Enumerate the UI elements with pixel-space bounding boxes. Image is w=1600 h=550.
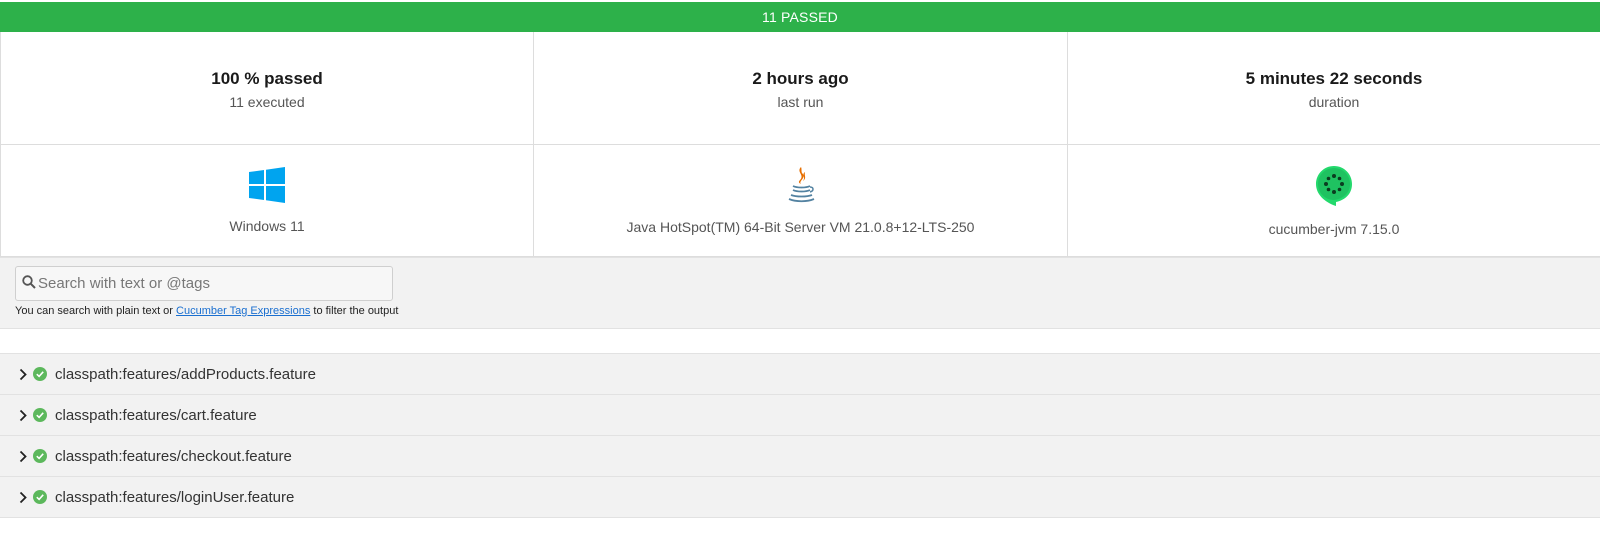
passed-banner: 11 PASSED bbox=[0, 2, 1600, 32]
chevron-right-icon[interactable] bbox=[17, 490, 29, 504]
feature-row[interactable]: classpath:features/addProducts.feature bbox=[0, 353, 1600, 394]
stat-passed: 100 % passed 11 executed bbox=[0, 32, 533, 144]
env-runtime-label: Java HotSpot(TM) 64-Bit Server VM 21.0.8… bbox=[626, 219, 975, 235]
env-runtime: Java HotSpot(TM) 64-Bit Server VM 21.0.8… bbox=[533, 145, 1067, 256]
env-os-label: Windows 11 bbox=[229, 218, 305, 234]
env-framework: cucumber-jvm 7.15.0 bbox=[1067, 145, 1600, 256]
search-icon bbox=[22, 275, 36, 294]
feature-row[interactable]: classpath:features/cart.feature bbox=[0, 394, 1600, 435]
feature-name: classpath:features/cart.feature bbox=[55, 406, 257, 424]
passed-status-icon bbox=[33, 490, 47, 504]
stats-row: 100 % passed 11 executed 2 hours ago las… bbox=[0, 32, 1600, 145]
env-os: Windows 11 bbox=[0, 145, 533, 256]
stat-passed-label: 11 executed bbox=[229, 93, 305, 110]
search-box[interactable] bbox=[15, 266, 393, 301]
env-framework-label: cucumber-jvm 7.15.0 bbox=[1268, 221, 1400, 237]
stat-last-run-value: 2 hours ago bbox=[752, 68, 849, 88]
passed-status-icon bbox=[33, 449, 47, 463]
stat-last-run-label: last run bbox=[777, 93, 824, 110]
chevron-right-icon[interactable] bbox=[17, 367, 29, 381]
stat-passed-value: 100 % passed bbox=[211, 68, 323, 88]
feature-row[interactable]: classpath:features/checkout.feature bbox=[0, 435, 1600, 476]
feature-name: classpath:features/checkout.feature bbox=[55, 447, 292, 465]
passed-status-icon bbox=[33, 367, 47, 381]
feature-row[interactable]: classpath:features/loginUser.feature bbox=[0, 476, 1600, 518]
search-section: You can search with plain text or Cucumb… bbox=[0, 257, 1600, 329]
search-hint: You can search with plain text or Cucumb… bbox=[15, 305, 398, 317]
search-hint-before: You can search with plain text or bbox=[15, 305, 177, 317]
feature-name: classpath:features/addProducts.feature bbox=[55, 365, 316, 383]
feature-name: classpath:features/loginUser.feature bbox=[55, 488, 295, 506]
cucumber-logo-icon bbox=[1314, 164, 1354, 211]
summary-grid: 100 % passed 11 executed 2 hours ago las… bbox=[0, 32, 1600, 257]
stat-last-run: 2 hours ago last run bbox=[533, 32, 1067, 144]
chevron-right-icon[interactable] bbox=[17, 449, 29, 463]
java-logo-icon bbox=[786, 166, 816, 209]
passed-status-icon bbox=[33, 408, 47, 422]
stat-duration-value: 5 minutes 22 seconds bbox=[1245, 68, 1423, 88]
search-hint-after: to filter the output bbox=[310, 305, 399, 317]
search-input[interactable] bbox=[38, 268, 388, 299]
chevron-right-icon[interactable] bbox=[17, 408, 29, 422]
environment-row: Windows 11 Java HotSpot(TM) 64-Bit Serve… bbox=[0, 145, 1600, 257]
stat-duration-label: duration bbox=[1308, 93, 1360, 110]
tag-expressions-link[interactable]: Cucumber Tag Expressions bbox=[176, 305, 310, 317]
stat-duration: 5 minutes 22 seconds duration bbox=[1067, 32, 1600, 144]
windows-logo-icon bbox=[249, 167, 285, 208]
feature-list: classpath:features/addProducts.feature c… bbox=[0, 353, 1600, 518]
